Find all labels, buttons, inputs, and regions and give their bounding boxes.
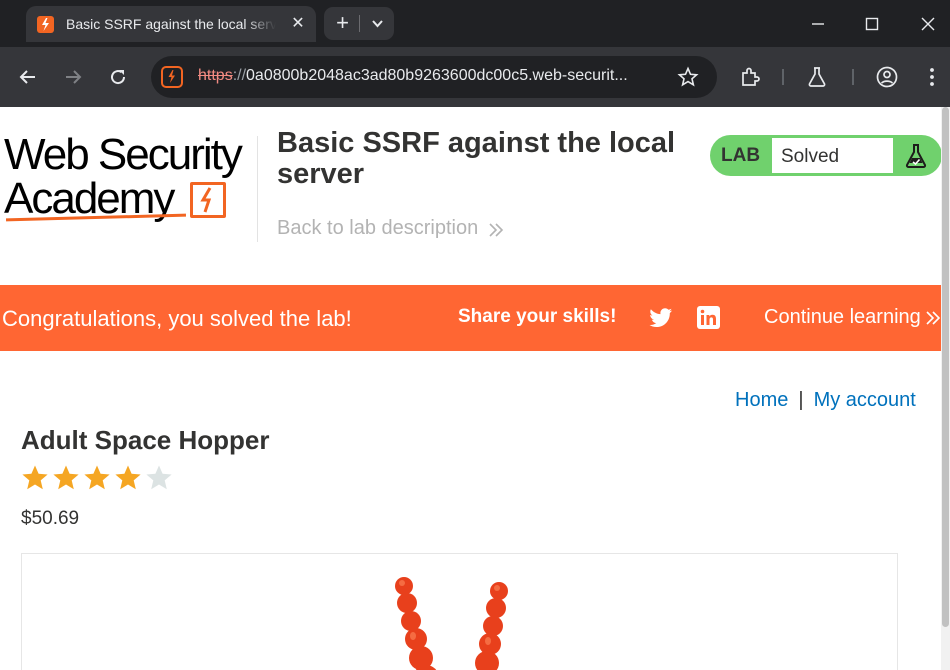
toolbar-divider [782,69,784,85]
academy-logo[interactable]: Web Security Academy [4,132,254,224]
congratulations-message: Congratulations, you solved the lab! [2,306,352,331]
browser-tab-active[interactable]: Basic SSRF against the local server ✕ [26,6,316,42]
url-scheme-separator: :// [232,67,247,84]
share-skills-label: Share your skills! [458,306,617,327]
top-nav-links: Home | My account [735,389,916,412]
back-arrow-icon[interactable] [15,64,41,90]
star-icon [83,464,111,492]
page-scrollbar-thumb[interactable] [942,107,949,627]
logo-line-1: Web Security [4,130,243,179]
chevrons-right-icon [487,221,505,239]
extensions-icon[interactable] [738,65,762,89]
my-account-link[interactable]: My account [814,389,916,411]
url-host: 0a0800b2048ac3ad80b9263600dc00c5.web-sec… [246,67,628,84]
close-icon[interactable]: ✕ [288,14,308,34]
star-icon [52,464,80,492]
linkedin-icon[interactable] [697,306,720,329]
home-link[interactable]: Home [735,389,788,411]
tab-title: Basic SSRF against the local server [66,16,276,32]
new-tab-group: + [324,7,394,40]
labs-flask-icon[interactable] [805,65,829,89]
product-image-frame [21,553,898,670]
browser-toolbar: https://0a0800b2048ac3ad80b9263600dc00c5… [0,47,950,107]
continue-learning-link[interactable]: Continue learning [764,306,921,329]
minimize-icon[interactable] [804,10,832,38]
logo-bolt-icon [190,182,226,218]
star-icon [145,464,173,492]
lab-title: Basic SSRF against the local server [277,127,676,190]
browser-tab-strip: Basic SSRF against the local server ✕ + [0,0,950,47]
lab-status-widget: LAB Solved [710,135,942,176]
lab-status-text: Solved [781,146,840,167]
product-title: Adult Space Hopper [21,425,270,455]
maximize-icon[interactable] [858,10,886,38]
star-icon [21,464,49,492]
plus-icon[interactable]: + [330,11,355,36]
chevron-down-icon[interactable] [365,11,390,36]
back-to-lab-description-link[interactable]: Back to lab description [277,217,478,240]
toolbar-divider [852,69,854,85]
star-icon [114,464,142,492]
url-text[interactable]: https://0a0800b2048ac3ad80b9263600dc00c5… [198,67,668,85]
twitter-icon[interactable] [648,306,674,330]
profile-icon[interactable] [875,65,899,89]
menu-dots-icon[interactable] [920,65,944,89]
lab-solved-banner: Congratulations, you solved the lab! Sha… [0,285,950,351]
flask-icon [903,142,929,170]
bookmark-star-icon[interactable] [677,66,699,88]
site-favicon [37,16,54,33]
header-divider [257,136,258,242]
reload-icon[interactable] [105,64,131,90]
chevrons-right-icon [924,309,942,327]
url-scheme: https [198,67,233,84]
address-bar[interactable]: https://0a0800b2048ac3ad80b9263600dc00c5… [151,56,717,98]
lab-badge: LAB [721,145,761,166]
window-close-icon[interactable] [914,10,942,38]
new-tab-divider [359,15,360,32]
forward-arrow-icon[interactable] [60,64,86,90]
lab-status-box: Solved [771,137,894,174]
product-price: $50.69 [21,508,80,529]
nav-separator: | [798,389,804,411]
site-info-icon[interactable] [161,66,183,88]
product-image [395,577,508,670]
